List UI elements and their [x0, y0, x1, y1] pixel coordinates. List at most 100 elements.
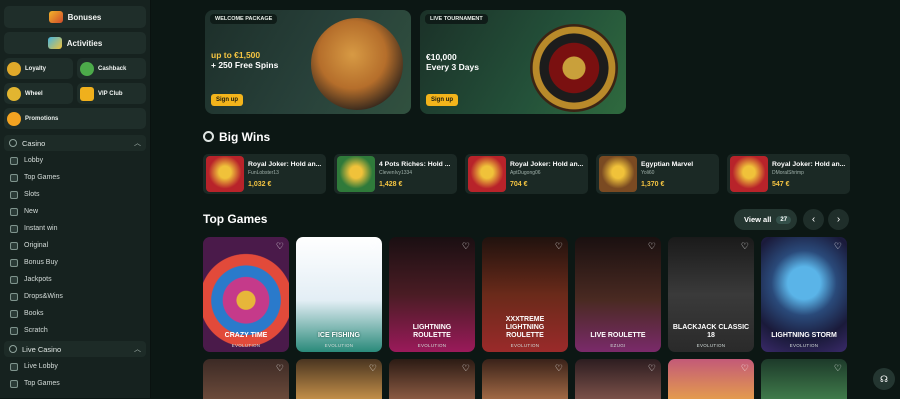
- win-user: DMoralShrimp: [772, 169, 804, 176]
- heart-icon[interactable]: ♡: [741, 363, 749, 374]
- game-card[interactable]: ♡ LIGHTNING ROULETTE EVOLUTION: [389, 237, 475, 352]
- bonuses-label: Bonuses: [67, 12, 102, 22]
- tile-label: VIP Club: [98, 90, 123, 97]
- nav-label: Original: [24, 242, 49, 249]
- sidebar-nav-item[interactable]: Instant win: [4, 220, 146, 237]
- big-win-card[interactable]: Royal Joker: Hold an... FunLobster13 1,032…: [203, 154, 326, 194]
- game-card[interactable]: ♡: [389, 359, 475, 399]
- sidebar-nav-item[interactable]: Lobby: [4, 152, 146, 169]
- roulette-wheel-image: [530, 24, 618, 112]
- sidebar-nav-item[interactable]: Bonus Buy: [4, 254, 146, 271]
- game-card[interactable]: ♡ ICE FISHING EVOLUTION: [296, 237, 382, 352]
- nav-label: Books: [24, 310, 44, 317]
- sidebar-nav-item[interactable]: New: [4, 203, 146, 220]
- heart-icon[interactable]: ♡: [462, 241, 470, 252]
- game-card[interactable]: ♡: [296, 359, 382, 399]
- game-card[interactable]: ♡ LIVE ROULETTE EZUGI: [575, 237, 661, 352]
- win-info: 4 Pots Riches: Hold ... ClevenIvy1334 1,42…: [379, 161, 450, 188]
- heart-icon[interactable]: ♡: [648, 363, 656, 374]
- sidebar-tile-vip-club[interactable]: VIP Club: [77, 83, 146, 104]
- sidebar-nav-item[interactable]: Drops&Wins: [4, 288, 146, 305]
- support-button[interactable]: ☊: [873, 368, 895, 390]
- top-games-title: Top Games: [203, 212, 268, 226]
- promo-welcome-package[interactable]: WELCOME PACKAGE up to €1,500 + 250 Free …: [205, 10, 411, 114]
- sidebar-nav-item[interactable]: Top Games: [4, 169, 146, 186]
- sidebar-nav-item[interactable]: Jackpots: [4, 271, 146, 288]
- nav-icon: [10, 379, 18, 388]
- promo-line1: €10,000: [426, 52, 457, 62]
- big-win-card[interactable]: Egyptian Marvel Yoli60 1,370 €: [596, 154, 719, 194]
- sign-up-button[interactable]: Sign up: [211, 94, 243, 106]
- sidebar-tile-cashback[interactable]: Cashback: [77, 58, 146, 79]
- game-card[interactable]: ♡: [482, 359, 568, 399]
- game-card[interactable]: ♡ BLACKJACK CLASSIC 18 EVOLUTION: [668, 237, 754, 352]
- heart-icon[interactable]: ♡: [276, 241, 284, 252]
- sign-up-button[interactable]: Sign up: [426, 94, 458, 106]
- nav-icon: [10, 156, 18, 165]
- view-all-button[interactable]: View all 27: [734, 209, 798, 230]
- sidebar-nav-item[interactable]: Slots: [4, 186, 146, 203]
- heart-icon[interactable]: ♡: [276, 363, 284, 374]
- sidebar-nav-item[interactable]: Top Games: [4, 375, 146, 392]
- promo-line2: Every 3 Days: [426, 62, 479, 72]
- game-card[interactable]: ♡: [761, 359, 847, 399]
- nav-label: Top Games: [24, 174, 60, 181]
- nav-label: Jackpots: [24, 276, 52, 283]
- heart-icon[interactable]: ♡: [369, 241, 377, 252]
- game-card[interactable]: ♡: [575, 359, 661, 399]
- sidebar-section-live-casino[interactable]: Live Casino ︿: [4, 341, 146, 357]
- sidebar-nav-item[interactable]: Scratch: [4, 322, 146, 339]
- game-card[interactable]: ♡ CRAZY TIME EVOLUTION: [203, 237, 289, 352]
- promotions-icon: [7, 111, 21, 126]
- nav-label: Lobby: [24, 157, 44, 164]
- nav-icon: [10, 190, 18, 199]
- big-win-card[interactable]: Royal Joker: Hold an... DMoralShrimp 547 €: [727, 154, 850, 194]
- heart-icon[interactable]: ♡: [462, 363, 470, 374]
- section-label: Live Casino: [22, 344, 62, 354]
- win-game-name: 4 Pots Riches: Hold ...: [379, 160, 451, 168]
- win-user: Yoli60: [641, 169, 655, 176]
- game-thumbnail: [599, 156, 637, 192]
- bear-mascot-image: [311, 18, 403, 110]
- promo-live-tournament[interactable]: LIVE TOURNAMENT €10,000 Every 3 Days Sig…: [420, 10, 626, 114]
- game-card[interactable]: ♡ XXXTREME LIGHTNING ROULETTE EVOLUTION: [482, 237, 568, 352]
- game-card[interactable]: ♡ LIGHTNING STORM EVOLUTION: [761, 237, 847, 352]
- nav-icon: [10, 173, 18, 182]
- game-card[interactable]: ♡: [668, 359, 754, 399]
- heart-icon[interactable]: ♡: [741, 241, 749, 252]
- win-amount: 547 €: [772, 180, 790, 188]
- big-win-card[interactable]: Royal Joker: Hold an... AptDugong06 704 €: [465, 154, 588, 194]
- game-name: BLACKJACK CLASSIC 18: [672, 324, 750, 339]
- game-provider: EVOLUTION: [231, 343, 261, 348]
- heart-icon[interactable]: ♡: [834, 363, 842, 374]
- activities-label: Activities: [66, 38, 103, 48]
- sidebar-tile-promotions[interactable]: Promotions: [4, 108, 146, 129]
- heart-icon[interactable]: ♡: [648, 241, 656, 252]
- win-user: AptDugong06: [510, 169, 541, 176]
- heart-icon[interactable]: ♡: [369, 363, 377, 374]
- nav-icon: [10, 275, 18, 284]
- heart-icon[interactable]: ♡: [555, 241, 563, 252]
- prev-arrow-button[interactable]: ‹: [803, 209, 824, 230]
- nav-label: Slots: [24, 191, 40, 198]
- next-arrow-button[interactable]: ›: [828, 209, 849, 230]
- sidebar-nav-item[interactable]: Live Lobby: [4, 358, 146, 375]
- nav-icon: [10, 207, 18, 216]
- bonuses-button[interactable]: Bonuses: [4, 6, 146, 28]
- heart-icon[interactable]: ♡: [834, 241, 842, 252]
- nav-label: Live Lobby: [24, 363, 58, 370]
- sidebar-nav-item[interactable]: Original: [4, 237, 146, 254]
- game-provider: EVOLUTION: [789, 343, 819, 348]
- nav-label: Instant win: [24, 225, 58, 232]
- sidebar-nav-item[interactable]: Books: [4, 305, 146, 322]
- big-win-card[interactable]: 4 Pots Riches: Hold ... ClevenIvy1334 1,42…: [334, 154, 457, 194]
- sidebar-tile-wheel[interactable]: Wheel: [4, 83, 73, 104]
- sidebar-tile-loyalty[interactable]: Loyalty: [4, 58, 73, 79]
- game-card[interactable]: ♡: [203, 359, 289, 399]
- win-info: Egyptian Marvel Yoli60 1,370 €: [641, 161, 693, 188]
- sidebar-section-casino[interactable]: Casino ︿: [4, 135, 146, 151]
- win-info: Royal Joker: Hold an... DMoralShrimp 547 €: [772, 161, 845, 188]
- heart-icon[interactable]: ♡: [555, 363, 563, 374]
- game-name: CRAZY TIME: [224, 332, 268, 339]
- activities-button[interactable]: Activities: [4, 32, 146, 54]
